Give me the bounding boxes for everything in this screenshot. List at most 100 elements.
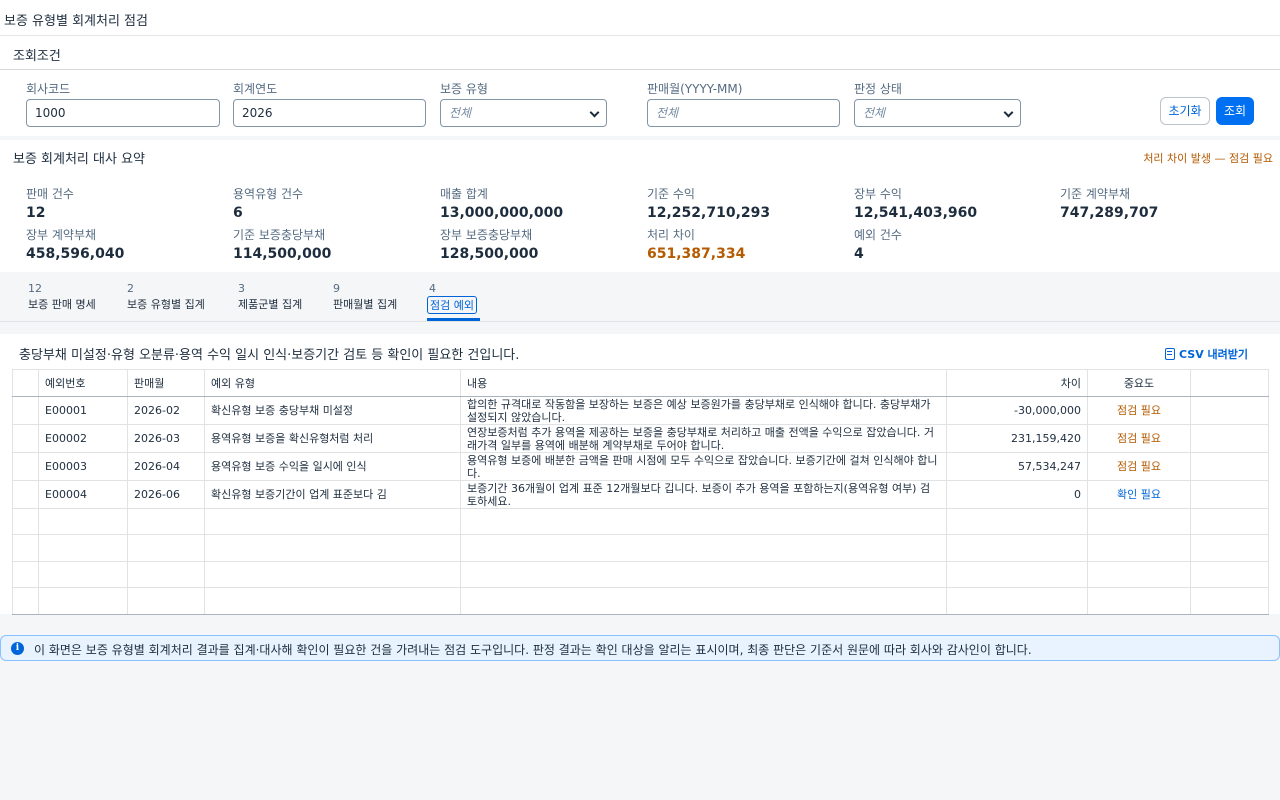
kpi-label: 예외 건수 [854, 228, 902, 242]
active-tab-indicator [427, 318, 480, 321]
sales-month: 2026-04 [127, 451, 205, 481]
reset-button[interactable]: 초기화 [1160, 97, 1210, 125]
table-row[interactable]: E00004 2026-06 확신유형 보증기간이 업계 표준보다 김 보증기간… [12, 479, 1269, 509]
table-row[interactable]: E00001 2026-02 확신유형 보증 충당부채 미설정 합의한 규격대로… [12, 395, 1269, 425]
difference: 0 [946, 479, 1088, 509]
info-icon: i [11, 642, 24, 655]
kpi-sales-total: 매출 합계 13,000,000,000 [440, 185, 563, 221]
kpi-value: 128,500,000 [440, 246, 539, 262]
filler-column-header [1190, 369, 1269, 397]
exception-content: 용역유형 보증에 배분한 금액을 판매 시점에 모두 수익으로 잡았습니다. 보… [460, 451, 947, 481]
filler-cell [1190, 423, 1269, 453]
tab-sales-detail[interactable]: 12 보증 판매 명세 [28, 282, 96, 312]
exception-content: 합의한 규격대로 작동함을 보장하는 보증은 예상 보증원가를 충당부채로 인식… [460, 395, 947, 425]
company-code-field: 회사코드 1000 [26, 80, 220, 127]
kpi-sales-count: 판매 건수 12 [26, 185, 74, 221]
table-row[interactable]: E00003 2026-04 용역유형 보증 수익을 일시에 인식 용역유형 보… [12, 451, 1269, 481]
table-row[interactable]: E00002 2026-03 용역유형 보증을 확신유형처럼 처리 연장보증처럼… [12, 423, 1269, 453]
kpi-base-revenue: 기준 수익 12,252,710,293 [647, 185, 770, 221]
kpi-label: 기준 보증충당부채 [233, 228, 326, 242]
kpi-label: 장부 수익 [854, 187, 902, 201]
exceptions-description: 충당부채 미설정·유형 오분류·용역 수익 일시 인식·보증기간 검토 등 확인… [19, 348, 520, 363]
tab-type-summary[interactable]: 2 보증 유형별 집계 [127, 282, 205, 312]
column-header[interactable]: 내용 [460, 369, 947, 397]
page-title: 보증 유형별 회계처리 점검 [4, 14, 148, 29]
tab-count: 4 [429, 282, 436, 295]
chevron-down-icon [1003, 107, 1014, 118]
download-icon [1165, 348, 1175, 360]
kpi-base-provision: 기준 보증충당부채 114,500,000 [233, 226, 331, 262]
filter-panel: 조회조건 회사코드 1000 회계연도 2026 보증 유형 전체 판매월(YY… [0, 36, 1280, 136]
tab-label: 점검 예외 [427, 296, 477, 314]
exception-id: E00002 [38, 423, 128, 453]
summary-panel: 보증 회계처리 대사 요약 처리 차이 발생 — 점검 필요 판매 건수 12 … [0, 140, 1280, 272]
company-code-label: 회사코드 [26, 82, 71, 96]
kpi-label: 장부 계약부채 [26, 228, 97, 242]
sales-month: 2026-06 [127, 479, 205, 509]
importance: 점검 필요 [1087, 451, 1191, 481]
kpi-label: 판매 건수 [26, 187, 74, 201]
kpi-value: 6 [233, 205, 243, 221]
search-button[interactable]: 조회 [1216, 97, 1254, 125]
row-selector[interactable] [12, 395, 39, 425]
fiscal-year-input[interactable]: 2026 [233, 99, 426, 127]
warranty-type-select[interactable]: 전체 [440, 99, 607, 127]
kpi-label: 기준 계약부채 [1060, 187, 1131, 201]
row-selector[interactable] [12, 423, 39, 453]
judgment-status-value: 전체 [863, 106, 886, 120]
tab-count: 2 [127, 282, 134, 295]
kpi-value: 747,289,707 [1060, 205, 1159, 221]
kpi-value: 114,500,000 [233, 246, 332, 262]
column-header[interactable]: 예외 유형 [204, 369, 461, 397]
kpi-value: 12,252,710,293 [647, 205, 771, 221]
kpi-value: 651,387,334 [647, 246, 746, 262]
summary-title: 보증 회계처리 대사 요약 [13, 152, 145, 167]
kpi-label: 매출 합계 [440, 187, 488, 201]
kpi-exception-count: 예외 건수 4 [854, 226, 902, 262]
warranty-type-label: 보증 유형 [440, 82, 488, 96]
exception-type: 확신유형 보증 충당부채 미설정 [204, 395, 461, 425]
warranty-type-field: 보증 유형 전체 [440, 80, 607, 127]
tab-bar: 12 보증 판매 명세 2 보증 유형별 집계 3 제품군별 집계 9 판매월별… [0, 272, 1280, 322]
kpi-value: 12 [26, 205, 46, 221]
exceptions-panel: 충당부채 미설정·유형 오분류·용역 수익 일시 인식·보증기간 검토 등 확인… [0, 334, 1280, 615]
info-message-strip: i 이 화면은 보증 유형별 회계처리 결과를 집계·대사해 확인이 필요한 건… [0, 635, 1280, 661]
tab-count: 3 [238, 282, 245, 295]
row-selector[interactable] [12, 451, 39, 481]
exception-type: 용역유형 보증 수익을 일시에 인식 [204, 451, 461, 481]
app-header: 보증 유형별 회계처리 점검 [0, 0, 1280, 36]
column-header[interactable]: 판매월 [127, 369, 205, 397]
company-code-input[interactable]: 1000 [26, 99, 220, 127]
table-header-row: 예외번호 판매월 예외 유형 내용 차이 중요도 [12, 369, 1269, 397]
kpi-book-contract-liability: 장부 계약부채 458,596,040 [26, 226, 124, 262]
tab-product-summary[interactable]: 3 제품군별 집계 [238, 282, 302, 312]
chevron-down-icon [589, 107, 600, 118]
exception-content: 연장보증처럼 추가 용역을 제공하는 보증을 충당부채로 처리하고 매출 전액을… [460, 423, 947, 453]
exception-type: 확신유형 보증기간이 업계 표준보다 김 [204, 479, 461, 509]
csv-download-label: CSV 내려받기 [1179, 348, 1249, 361]
tab-exceptions[interactable]: 4 점검 예외 [427, 282, 477, 314]
csv-download-button[interactable]: CSV 내려받기 [1165, 346, 1248, 362]
judgment-status-select[interactable]: 전체 [854, 99, 1021, 127]
kpi-value: 458,596,040 [26, 246, 125, 262]
exceptions-table: 예외번호 판매월 예외 유형 내용 차이 중요도 E00001 2026-02 … [12, 369, 1269, 615]
judgment-status-field: 판정 상태 전체 [854, 80, 1021, 127]
info-message: 이 화면은 보증 유형별 회계처리 결과를 집계·대사해 확인이 필요한 건을 … [34, 643, 1032, 657]
row-selector[interactable] [12, 479, 39, 509]
sales-month-input[interactable]: 전체 [647, 99, 840, 127]
tab-count: 9 [333, 282, 340, 295]
select-column-header [12, 369, 39, 397]
filter-title: 조회조건 [13, 49, 61, 64]
column-header[interactable]: 예외번호 [38, 369, 128, 397]
tab-label: 판매월별 집계 [333, 298, 398, 311]
tab-label: 보증 판매 명세 [28, 298, 96, 311]
importance: 확인 필요 [1087, 479, 1191, 509]
filler-cell [1190, 451, 1269, 481]
tab-label: 제품군별 집계 [238, 298, 303, 311]
tab-month-summary[interactable]: 9 판매월별 집계 [333, 282, 397, 312]
column-header[interactable]: 중요도 [1087, 369, 1191, 397]
exception-id: E00004 [38, 479, 128, 509]
column-header[interactable]: 차이 [946, 369, 1088, 397]
difference: -30,000,000 [946, 395, 1088, 425]
filler-cell [1190, 395, 1269, 425]
